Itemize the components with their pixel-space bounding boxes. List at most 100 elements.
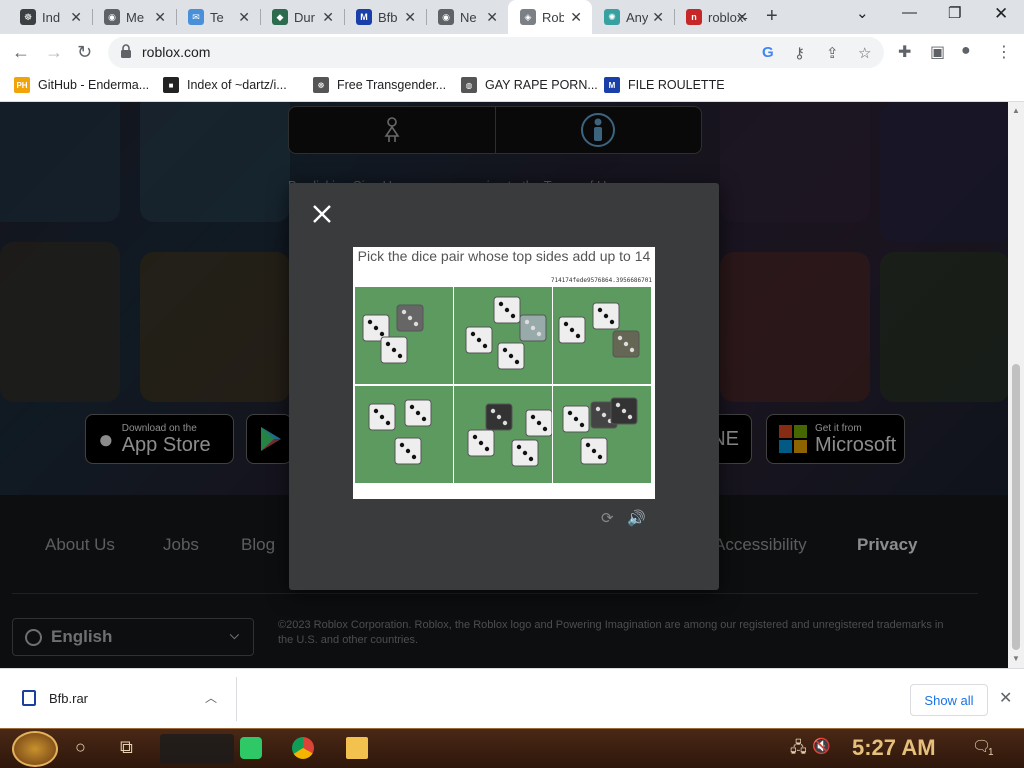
taskbar-thumbnail[interactable] [160,734,234,764]
minimize-icon[interactable]: — [902,4,917,21]
start-button[interactable] [12,731,58,767]
close-tab-icon[interactable]: ✕ [322,9,334,25]
close-tab-icon[interactable]: ✕ [238,9,250,25]
window-close-icon[interactable]: ✕ [994,4,1008,24]
network-icon[interactable]: 🖧 [790,737,807,762]
close-tab-icon[interactable]: ✕ [404,9,416,25]
tab-3[interactable]: ✉ Te ✕ [176,0,260,34]
page-scrollbar[interactable]: ▲ ▼ [1008,102,1024,668]
scrollbar-thumb[interactable] [1012,364,1020,650]
bookmark-star-icon[interactable]: ☆ [858,44,871,62]
duo-icon: ◆ [272,9,288,25]
close-tab-icon[interactable]: ✕ [570,9,582,25]
tab-title: Ne [460,9,477,25]
tab-4[interactable]: ◆ Dur ✕ [260,0,344,34]
clock[interactable]: 5:27 AM [852,735,936,761]
dice-image-3[interactable] [553,287,651,384]
bookmark-label: GitHub - Enderma... [38,78,150,92]
tab-title: Bfb [378,9,398,25]
file-explorer-icon[interactable] [346,737,368,759]
close-tab-icon[interactable]: ✕ [154,9,166,25]
tab-strip: ☸ Ind ✕ ◉ Me ✕ ✉ Te ✕ ◆ Dur ✕ M Bfb ✕ ◉ Ne ✕ ◈ Rob ✕ ✺ Any ✕ n ro… [0,0,1024,34]
volume-muted-icon[interactable]: 🔇 [812,737,831,755]
tab-8[interactable]: ✺ Any ✕ [592,0,674,34]
mft-icon: M [356,9,372,25]
reload-icon[interactable]: ↻ [77,42,92,62]
google-icon[interactable]: G [762,44,774,61]
chrome-icon: ◉ [438,9,454,25]
bookmark-3[interactable]: ☸ Free Transgender... [313,77,446,93]
bookmark-label: FILE ROULETTE [628,78,725,92]
tab-6[interactable]: ◉ Ne ✕ [426,0,508,34]
refresh-icon[interactable]: ⟳ [601,509,614,527]
back-icon[interactable]: ← [12,42,30,62]
roblox-icon: ◈ [520,9,536,25]
tab-7[interactable]: ◈ Rob ✕ [508,0,592,34]
tab-title: Rob [542,9,564,25]
browser-toolbar: ← → ↻ roblox.com G ⚷ ⇪ ☆ ✚ ▣ ● ⋮ [0,34,1024,71]
task-view-icon[interactable]: ⧉ [120,737,133,758]
close-tab-icon[interactable]: ✕ [736,9,748,25]
new-tab-button[interactable]: + [766,6,778,26]
taskbar: ○ ⧉ 🖧 🔇 5:27 AM 🗨 1 [0,728,1024,768]
github-icon: ☸ [313,77,329,93]
forward-icon[interactable]: → [45,42,63,62]
dice-image-6[interactable] [553,386,651,483]
close-tab-icon[interactable]: ✕ [70,9,82,25]
mail-icon: ✉ [188,9,204,25]
captcha-code: 714174fede9576864.3956686701 [550,277,652,284]
tab-1[interactable]: ☸ Ind ✕ [8,0,92,34]
dice-image-2[interactable] [454,287,552,384]
tab-title: Te [210,9,224,25]
bookmark-label: Free Transgender... [337,78,447,92]
menu-icon[interactable]: ⋮ [996,42,1012,62]
notes-app-icon[interactable] [240,737,262,759]
address-bar[interactable]: roblox.com G ⚷ ⇪ ☆ [108,37,884,68]
tab-9[interactable]: n roblox- ✕ [674,0,758,34]
captcha-prompt: Pick the dice pair whose top sides add u… [357,248,651,264]
close-tab-icon[interactable]: ✕ [652,9,664,25]
audio-icon[interactable]: 🔊 [627,509,646,527]
chevron-up-icon[interactable]: ︿ [205,689,217,706]
share-icon[interactable]: ⇪ [826,44,839,62]
restore-icon[interactable]: ❐ [948,4,961,22]
tab-title: Dur [294,9,315,25]
scroll-down-icon[interactable]: ▼ [1012,654,1020,663]
tab-2[interactable]: ◉ Me ✕ [92,0,176,34]
show-all-button[interactable]: Show all [910,684,988,716]
bookmark-5[interactable]: M FILE ROULETTE [604,77,725,93]
bookmark-2[interactable]: ■ Index of ~dartz/i... [163,77,287,93]
ph-icon: PH [14,77,30,93]
tab-5[interactable]: M Bfb ✕ [344,0,426,34]
download-file-name[interactable]: Bfb.rar [49,691,88,706]
bookmark-1[interactable]: PH GitHub - Enderma... [14,77,149,93]
key-icon[interactable]: ⚷ [794,44,805,62]
github-icon: ☸ [20,9,36,25]
chrome-icon: ◉ [104,9,120,25]
tab-search-icon[interactable]: ⌄ [856,4,869,22]
captcha-challenge: Pick the dice pair whose top sides add u… [353,247,655,499]
scroll-up-icon[interactable]: ▲ [1012,106,1020,115]
extensions-icon[interactable]: ✚ [898,42,911,62]
globe-icon: ◍ [461,77,477,93]
lock-icon [121,44,131,58]
captcha-modal: Pick the dice pair whose top sides add u… [289,183,719,590]
profile-icon[interactable]: ● [961,42,971,60]
dice-image-4[interactable] [355,386,453,483]
tab-title: Me [126,9,145,25]
dice-image-5[interactable] [454,386,552,483]
mft-icon: M [604,77,620,93]
side-panel-icon[interactable]: ▣ [930,42,945,62]
bookmarks-bar: PH GitHub - Enderma... ■ Index of ~dartz/i.… [0,71,1024,102]
chrome-taskbar-icon[interactable] [292,737,314,759]
download-bar: Bfb.rar ︿ Show all ✕ [0,668,1024,728]
bookmark-label: Index of ~dartz/i... [187,78,287,92]
bookmark-4[interactable]: ◍ GAY RAPE PORN... [461,77,598,93]
n-icon: n [686,9,702,25]
close-download-bar-icon[interactable]: ✕ [999,688,1012,708]
close-tab-icon[interactable]: ✕ [486,9,498,25]
cortana-icon[interactable]: ○ [75,737,86,758]
dice-image-1[interactable] [355,287,453,384]
notification-count: 1 [988,747,994,758]
close-icon[interactable] [311,203,333,225]
